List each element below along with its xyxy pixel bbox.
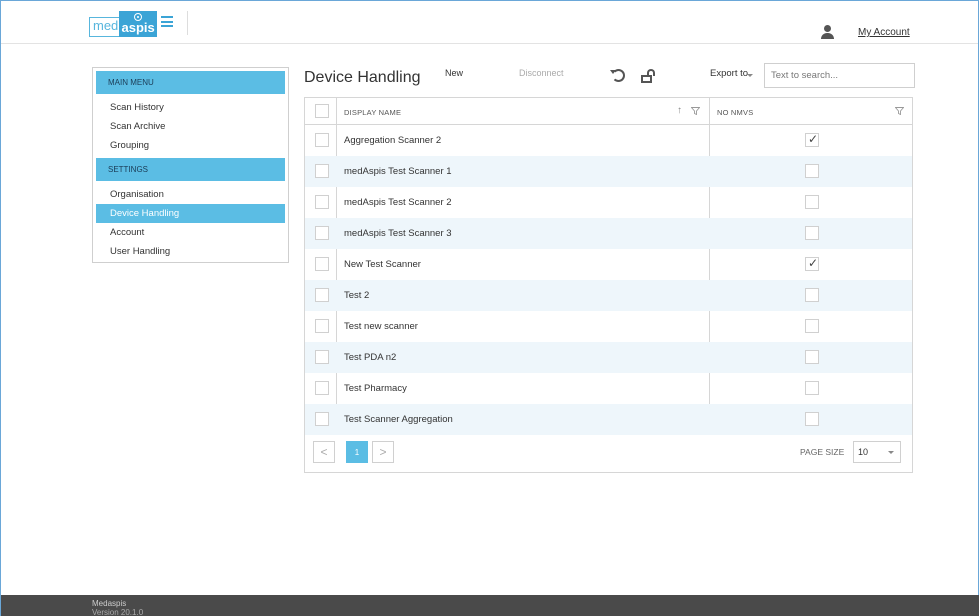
logo-text-aspis: aspis: [119, 11, 157, 37]
sidebar-item-grouping[interactable]: Grouping: [96, 136, 285, 155]
header-divider: [187, 11, 188, 35]
logo-aspis-label: aspis: [121, 20, 155, 35]
column-header-display-name[interactable]: DISPLAY NAME: [344, 108, 401, 117]
table-row[interactable]: Test new scanner: [305, 311, 912, 342]
sidebar-item-scan-archive[interactable]: Scan Archive: [96, 117, 285, 136]
no-nmvs-checkbox[interactable]: [805, 412, 819, 426]
no-nmvs-checkbox[interactable]: [805, 195, 819, 209]
disconnect-button[interactable]: Disconnect: [519, 68, 564, 78]
device-display-name: medAspis Test Scanner 3: [344, 228, 452, 239]
no-nmvs-checkbox[interactable]: [805, 350, 819, 364]
search-input[interactable]: [764, 63, 915, 88]
sidebar-item-organisation[interactable]: Organisation: [96, 185, 285, 204]
refresh-icon[interactable]: [610, 69, 625, 82]
device-display-name: Test PDA n2: [344, 352, 397, 363]
row-select-checkbox[interactable]: [315, 412, 329, 426]
device-display-name: Test new scanner: [344, 321, 418, 332]
new-button[interactable]: New: [445, 68, 463, 78]
page-title: Device Handling: [304, 69, 421, 86]
table-row[interactable]: Aggregation Scanner 2: [305, 125, 912, 156]
no-nmvs-checkbox[interactable]: [805, 164, 819, 178]
my-account-link[interactable]: My Account: [858, 27, 910, 38]
no-nmvs-checkbox[interactable]: [805, 319, 819, 333]
device-display-name: Test 2: [344, 290, 370, 301]
sidebar-menu: MAIN MENU Scan History Scan Archive Grou…: [92, 67, 289, 263]
top-header: med aspis My Account: [1, 1, 978, 44]
sort-ascending-icon[interactable]: ↑: [677, 105, 682, 116]
footer-version: Version 20.1.0: [92, 608, 144, 616]
page-size-value: 10: [858, 447, 869, 457]
device-display-name: Test Pharmacy: [344, 383, 407, 394]
table-row[interactable]: Test 2: [305, 280, 912, 311]
row-select-checkbox[interactable]: [315, 226, 329, 240]
no-nmvs-checkbox[interactable]: [805, 256, 819, 271]
row-select-checkbox[interactable]: [315, 350, 329, 364]
sidebar-item-account[interactable]: Account: [96, 223, 285, 242]
pager: < 1 > PAGE SIZE 10: [305, 433, 912, 473]
medaspis-logo[interactable]: med aspis: [89, 11, 157, 37]
no-nmvs-checkbox[interactable]: [805, 226, 819, 240]
page-size-select[interactable]: 10: [853, 441, 901, 463]
user-icon[interactable]: [821, 25, 834, 39]
chevron-down-icon: [888, 451, 894, 454]
unlock-icon[interactable]: [641, 69, 657, 83]
device-display-name: medAspis Test Scanner 1: [344, 166, 452, 177]
hamburger-menu-icon[interactable]: [161, 16, 173, 27]
filter-icon[interactable]: [895, 107, 904, 115]
row-select-checkbox[interactable]: [315, 257, 329, 271]
filter-icon[interactable]: [691, 107, 700, 115]
table-row[interactable]: medAspis Test Scanner 3: [305, 218, 912, 249]
footer-app-name: Medaspis: [92, 599, 127, 608]
prev-page-button[interactable]: <: [313, 441, 335, 463]
export-to-dropdown[interactable]: Export to: [710, 68, 748, 79]
app-window: med aspis My Account MAIN MENU Scan Hist…: [0, 0, 979, 616]
device-display-name: Test Scanner Aggregation: [344, 414, 453, 425]
row-select-checkbox[interactable]: [315, 195, 329, 209]
device-display-name: medAspis Test Scanner 2: [344, 197, 452, 208]
sidebar-item-device-handling[interactable]: Device Handling: [96, 204, 285, 223]
select-all-checkbox[interactable]: [315, 104, 329, 118]
no-nmvs-checkbox[interactable]: [805, 288, 819, 302]
page-size-label: PAGE SIZE: [800, 447, 845, 457]
sidebar-item-scan-history[interactable]: Scan History: [96, 98, 285, 117]
table-row[interactable]: New Test Scanner: [305, 249, 912, 280]
table-row[interactable]: Test Pharmacy: [305, 373, 912, 404]
sidebar-section-settings: SETTINGS: [96, 158, 285, 181]
table-row[interactable]: Test PDA n2: [305, 342, 912, 373]
device-display-name: New Test Scanner: [344, 259, 421, 270]
no-nmvs-checkbox[interactable]: [805, 381, 819, 395]
table-row[interactable]: medAspis Test Scanner 2: [305, 187, 912, 218]
table-row[interactable]: medAspis Test Scanner 1: [305, 156, 912, 187]
logo-text-med: med: [89, 17, 120, 37]
page-1-button[interactable]: 1: [346, 441, 368, 463]
row-select-checkbox[interactable]: [315, 164, 329, 178]
sidebar-item-user-handling[interactable]: User Handling: [96, 242, 285, 261]
sidebar-section-main-menu: MAIN MENU: [96, 71, 285, 94]
footer: Medaspis Version 20.1.0: [1, 595, 979, 616]
next-page-button[interactable]: >: [372, 441, 394, 463]
row-select-checkbox[interactable]: [315, 133, 329, 147]
grid-header: DISPLAY NAME ↑ NO NMVS: [305, 98, 912, 433]
column-header-no-nmvs[interactable]: NO NMVS: [717, 108, 753, 117]
row-select-checkbox[interactable]: [315, 288, 329, 302]
no-nmvs-checkbox[interactable]: [805, 132, 819, 147]
device-grid: DISPLAY NAME ↑ NO NMVS Aggregation Scann…: [304, 97, 913, 473]
table-row[interactable]: Test Scanner Aggregation: [305, 404, 912, 435]
row-select-checkbox[interactable]: [315, 381, 329, 395]
device-display-name: Aggregation Scanner 2: [344, 135, 442, 146]
row-select-checkbox[interactable]: [315, 319, 329, 333]
chevron-down-icon[interactable]: [747, 74, 753, 77]
